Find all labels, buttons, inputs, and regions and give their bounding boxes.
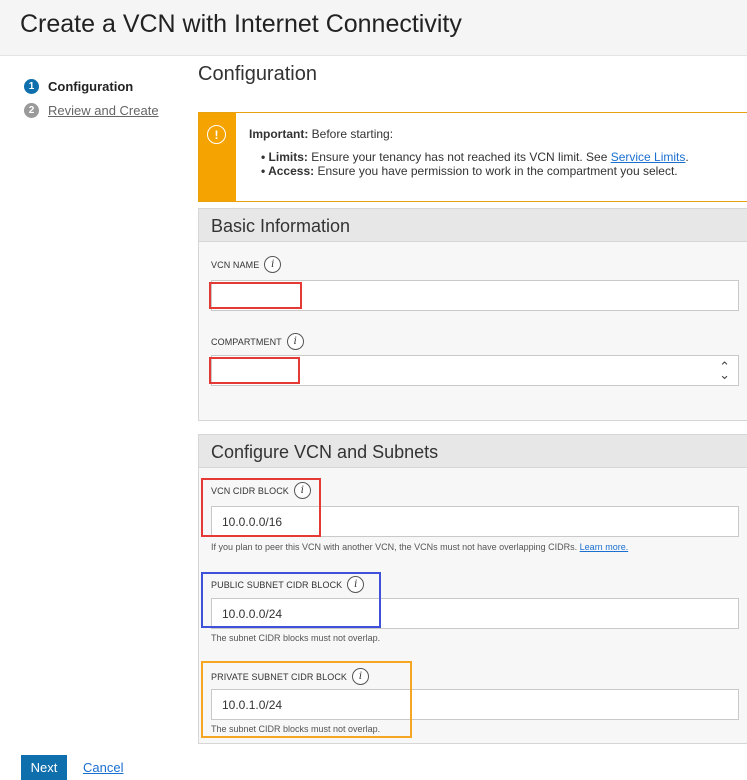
alert-item-access: Access: Ensure you have permission to wo…: [261, 164, 689, 178]
step-number-1: 1: [24, 79, 39, 94]
step-number-2: 2: [24, 103, 39, 118]
step-label-configuration: Configuration: [48, 79, 134, 94]
section-title: Configuration: [198, 63, 317, 85]
alert-list: Limits: Ensure your tenancy has not reac…: [261, 150, 689, 178]
public-subnet-help: The subnet CIDR blocks must not overlap.: [211, 633, 381, 643]
highlight-vcn-cidr: [201, 478, 321, 537]
next-button[interactable]: Next: [21, 755, 67, 780]
basic-information-heading: Basic Information: [199, 209, 747, 242]
step-label-review[interactable]: Review and Create: [48, 103, 159, 118]
info-icon[interactable]: i: [264, 256, 282, 273]
configure-vcn-heading: Configure VCN and Subnets: [199, 435, 747, 468]
cancel-link[interactable]: Cancel: [83, 760, 123, 775]
select-chevron-icon: ⌃ ⌄: [719, 359, 730, 382]
step-configuration[interactable]: 1 Configuration: [24, 79, 133, 94]
warning-icon: !: [207, 125, 226, 144]
highlight-private-subnet: [201, 661, 412, 738]
alert-item-limits: Limits: Ensure your tenancy has not reac…: [261, 150, 689, 164]
page-header: Create a VCN with Internet Connectivity: [0, 0, 747, 56]
info-icon[interactable]: i: [286, 333, 304, 350]
compartment-label: COMPARTMENT i: [211, 333, 304, 350]
learn-more-link[interactable]: Learn more.: [580, 542, 629, 552]
alert-heading: Important: Before starting:: [249, 127, 394, 141]
vcn-name-label: VCN NAME i: [211, 256, 282, 273]
basic-information-panel: Basic Information: [198, 208, 747, 421]
step-review-and-create[interactable]: 2 Review and Create: [24, 103, 159, 118]
service-limits-link[interactable]: Service Limits: [611, 150, 686, 164]
page-title: Create a VCN with Internet Connectivity: [20, 10, 462, 38]
highlight-vcn-name: [209, 282, 302, 309]
vcn-cidr-help: If you plan to peer this VCN with anothe…: [211, 542, 629, 552]
highlight-public-subnet: [201, 572, 381, 628]
important-alert: ! Important: Before starting: Limits: En…: [198, 112, 747, 202]
alert-bar: !: [199, 113, 236, 201]
highlight-compartment: [209, 357, 300, 384]
